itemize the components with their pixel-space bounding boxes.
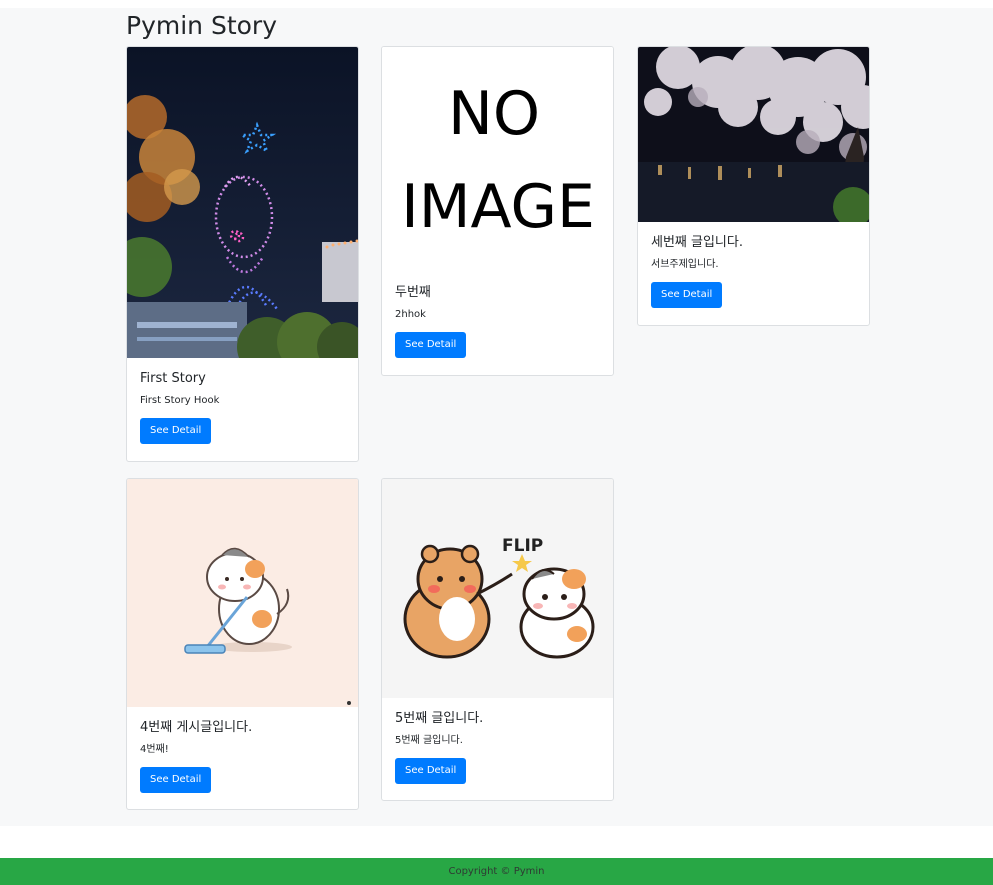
card-title: 5번째 글입니다. [395, 711, 484, 726]
see-detail-button[interactable]: See Detail [651, 282, 723, 308]
story-card: First Story First Story Hook See Detail [126, 46, 359, 462]
see-detail-button[interactable]: See Detail [140, 418, 212, 444]
see-detail-button[interactable]: See Detail [395, 758, 467, 784]
card-image-drone-show [127, 47, 358, 358]
footer: Copyright © Pymin [0, 858, 993, 885]
see-detail-button[interactable]: See Detail [395, 332, 467, 358]
card-title: 4번째 게시글입니다. [140, 720, 253, 735]
see-detail-button[interactable]: See Detail [140, 767, 212, 793]
card-hook: 서브주제입니다. [651, 259, 719, 270]
card-image-cat-mopping [127, 479, 358, 707]
story-card: NO IMAGE 두번째 2hhok See Detail [381, 46, 614, 376]
card-hook: 4번째! [140, 744, 169, 755]
card-hook: 2hhok [395, 309, 426, 320]
no-image-line1: NO [448, 79, 540, 149]
story-card: 4번째 게시글입니다. 4번째! See Detail [126, 478, 359, 810]
card-image-no-image: NO IMAGE [382, 47, 613, 272]
flip-text: FLIP [502, 536, 543, 556]
card-image-bear-cat-flip: FLIP [382, 479, 613, 698]
no-image-line2: IMAGE [401, 172, 595, 242]
card-title: 두번째 [395, 285, 431, 300]
story-card: 세번째 글입니다. 서브주제입니다. See Detail [637, 46, 870, 326]
page-title: Pymin Story [126, 11, 278, 40]
card-title: First Story [140, 371, 206, 386]
story-card: FLIP 5번째 글입니다. 5번째 글입니다. See Detail [381, 478, 614, 801]
card-hook: First Story Hook [140, 395, 220, 406]
footer-copyright: Copyright © Pymin [448, 866, 545, 877]
card-hook: 5번째 글입니다. [395, 735, 463, 746]
card-title: 세번째 글입니다. [651, 235, 743, 250]
card-image-cherry-blossom [638, 47, 869, 222]
